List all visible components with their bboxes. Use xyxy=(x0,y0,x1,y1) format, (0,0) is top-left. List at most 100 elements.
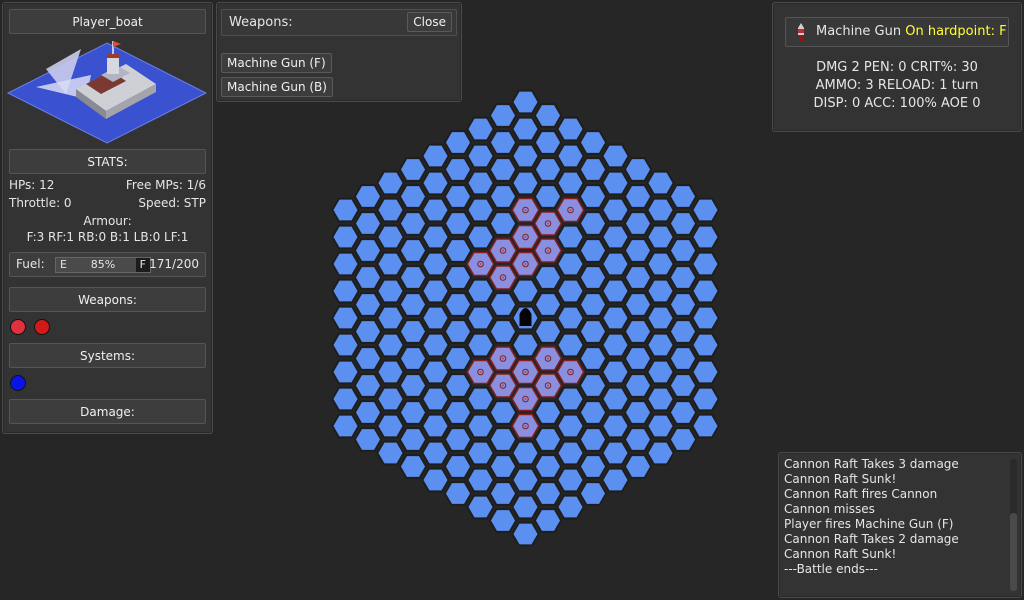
hex-tile[interactable] xyxy=(421,224,450,250)
hex-tile[interactable] xyxy=(646,224,675,250)
hex-tile[interactable] xyxy=(668,346,698,371)
hex-tile[interactable] xyxy=(398,400,428,425)
hex-tile[interactable] xyxy=(466,440,495,466)
hex-tile[interactable] xyxy=(646,386,675,412)
hex-tile[interactable] xyxy=(376,386,405,412)
hex-tile[interactable] xyxy=(353,211,383,236)
hex-tile[interactable] xyxy=(646,440,675,466)
hex-tile[interactable] xyxy=(353,400,383,425)
hex-tile[interactable] xyxy=(533,400,563,425)
hex-tile[interactable] xyxy=(353,373,383,398)
system-slot-dot[interactable] xyxy=(10,375,26,391)
hex-tile[interactable] xyxy=(488,157,518,182)
hex-tile[interactable] xyxy=(556,440,585,466)
hex-tile[interactable] xyxy=(578,454,608,479)
hex-tile[interactable] xyxy=(578,346,608,371)
hex-tile[interactable] xyxy=(623,184,653,209)
hex-tile[interactable] xyxy=(578,184,608,209)
hex-tile[interactable] xyxy=(421,386,450,412)
hex-tile[interactable] xyxy=(398,346,428,371)
hex-tile[interactable] xyxy=(466,197,495,223)
hex-tile[interactable] xyxy=(466,143,495,169)
hex-tile[interactable] xyxy=(398,238,428,263)
hex-tile[interactable] xyxy=(623,157,653,182)
hex-tile[interactable] xyxy=(376,413,405,439)
hex-tile[interactable] xyxy=(398,265,428,290)
hex-tile[interactable] xyxy=(353,265,383,290)
hex-tile[interactable] xyxy=(623,265,653,290)
hex-tile[interactable] xyxy=(533,184,563,209)
hex-tile[interactable] xyxy=(421,197,450,223)
hex-tile[interactable] xyxy=(376,197,405,223)
hex-tile[interactable] xyxy=(668,211,698,236)
hex-tile[interactable] xyxy=(398,454,428,479)
hex-tile[interactable] xyxy=(556,467,585,493)
hex-tile[interactable] xyxy=(443,319,473,344)
hex-tile[interactable] xyxy=(646,413,675,439)
hex-tile[interactable] xyxy=(533,292,563,317)
hex-tile[interactable] xyxy=(443,184,473,209)
hex-tile[interactable] xyxy=(556,278,585,304)
hex-tile[interactable] xyxy=(398,427,428,452)
hex-tile[interactable] xyxy=(398,157,428,182)
hex-tile[interactable] xyxy=(533,130,563,155)
hex-tile[interactable] xyxy=(556,170,585,196)
hex-tile[interactable] xyxy=(668,292,698,317)
hex-tile[interactable] xyxy=(443,265,473,290)
hex-tile[interactable] xyxy=(668,265,698,290)
hex-tile[interactable] xyxy=(488,211,518,236)
hex-tile[interactable] xyxy=(443,211,473,236)
hex-tile[interactable] xyxy=(601,332,630,358)
hex-tile[interactable] xyxy=(578,292,608,317)
hex-tile[interactable] xyxy=(601,467,630,493)
hex-tile[interactable] xyxy=(488,103,518,128)
hex-tile[interactable] xyxy=(466,116,495,142)
hex-tile[interactable] xyxy=(511,467,540,493)
hex-tile[interactable] xyxy=(691,278,720,304)
hex-tile[interactable] xyxy=(398,373,428,398)
hex-tile[interactable] xyxy=(646,197,675,223)
hex-tile[interactable] xyxy=(556,224,585,250)
hex-tile[interactable] xyxy=(691,386,720,412)
hex-tile[interactable] xyxy=(623,454,653,479)
hex-tile[interactable] xyxy=(556,494,585,520)
hex-tile[interactable] xyxy=(578,130,608,155)
hex-tile[interactable] xyxy=(331,305,360,331)
hex-tile[interactable] xyxy=(443,130,473,155)
hex-tile[interactable] xyxy=(668,400,698,425)
hex-tile[interactable] xyxy=(376,440,405,466)
hex-tile[interactable] xyxy=(578,400,608,425)
hex-tile[interactable] xyxy=(646,305,675,331)
hex-tile[interactable] xyxy=(331,386,360,412)
hex-tile[interactable] xyxy=(691,251,720,277)
hex-tile[interactable] xyxy=(646,278,675,304)
log-scrollbar-track[interactable] xyxy=(1010,459,1017,591)
hex-tile[interactable] xyxy=(623,346,653,371)
weapons-section-button[interactable]: Weapons: xyxy=(9,287,206,312)
hex-tile[interactable] xyxy=(353,427,383,452)
hex-tile[interactable] xyxy=(533,319,563,344)
hex-tile[interactable] xyxy=(376,251,405,277)
hex-tile[interactable] xyxy=(601,143,630,169)
weapon-slot-dot[interactable] xyxy=(10,319,26,335)
hex-tile[interactable] xyxy=(466,170,495,196)
hex-tile[interactable] xyxy=(421,251,450,277)
hex-tile[interactable] xyxy=(668,184,698,209)
hex-tile[interactable] xyxy=(691,305,720,331)
hex-tile[interactable] xyxy=(668,427,698,452)
hex-tile[interactable] xyxy=(511,278,540,304)
hex-tile[interactable] xyxy=(376,278,405,304)
hex-tile[interactable] xyxy=(466,332,495,358)
hex-tile[interactable] xyxy=(421,467,450,493)
hex-tile[interactable] xyxy=(533,427,563,452)
hex-tile[interactable] xyxy=(488,481,518,506)
hex-tile[interactable] xyxy=(556,386,585,412)
hex-tile[interactable] xyxy=(488,454,518,479)
hex-tile[interactable] xyxy=(511,440,540,466)
hex-tile[interactable] xyxy=(331,251,360,277)
damage-section-button[interactable]: Damage: xyxy=(9,399,206,424)
hex-tile[interactable] xyxy=(646,170,675,196)
hex-tile[interactable] xyxy=(533,454,563,479)
hex-tile[interactable] xyxy=(488,400,518,425)
hex-tile[interactable] xyxy=(376,359,405,385)
